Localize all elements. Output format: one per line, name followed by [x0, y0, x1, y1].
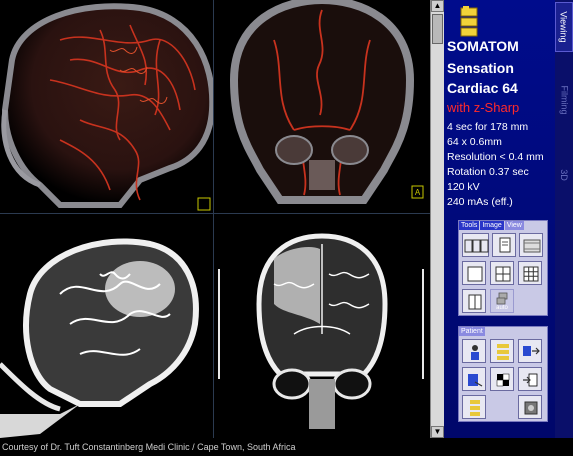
auto-layout-button[interactable]: auto: [490, 289, 514, 313]
side-tab-3d-label: 3D: [558, 169, 569, 181]
viewport-divider-horizontal: [0, 213, 430, 214]
spec-kv: 120 kV: [447, 181, 480, 193]
grid-3x3-icon: [523, 266, 539, 282]
layout-1x2-button[interactable]: [462, 289, 486, 313]
auto-label: auto: [496, 305, 508, 311]
viewport-scrollbar[interactable]: ▲ ▼: [430, 0, 444, 438]
viewport-3d-coronal[interactable]: A: [214, 0, 429, 213]
tab-view[interactable]: View: [504, 221, 524, 230]
transfer-icon: [523, 346, 540, 356]
single-layout-icon: [467, 266, 483, 282]
disk-button[interactable]: [518, 395, 542, 419]
transfer-button[interactable]: [518, 339, 542, 363]
patient-icon: [471, 345, 479, 360]
list-icon: [497, 344, 509, 360]
side-tab-3d[interactable]: 3D: [555, 150, 573, 200]
spec-resolution: Resolution < 0.4 mm: [447, 151, 544, 163]
film-view-button[interactable]: [519, 233, 543, 257]
scroll-up-button[interactable]: ▲: [431, 0, 444, 12]
coronal-mip-image: [218, 233, 424, 429]
spec-scan-time: 4 sec for 178 mm: [447, 121, 529, 133]
spec-rotation: Rotation 0.37 sec: [447, 166, 529, 178]
viewport-3d-lateral[interactable]: [0, 0, 213, 213]
arrow-down-icon: ▼: [433, 427, 442, 436]
tab-patient[interactable]: Patient: [459, 327, 485, 336]
compare-layout-icon: [464, 239, 489, 253]
side-tab-bar: Viewing Filming 3D: [555, 0, 573, 438]
view-toolbox: Tools Image View auto: [458, 220, 548, 316]
spec-slices: 64 x 0.6mm: [447, 136, 502, 148]
scanner-name-line-2: Sensation: [447, 60, 514, 76]
side-tab-filming[interactable]: Filming: [555, 60, 573, 140]
scanner-name-line-3: Cardiac 64: [447, 80, 518, 96]
image-credit-caption: Courtesy of Dr. Tuft Constantinberg Medi…: [0, 438, 573, 456]
checker-icon: [496, 373, 510, 387]
archive-button[interactable]: [462, 367, 486, 391]
document-icon: [499, 237, 511, 253]
grid-2x2-icon: [495, 266, 511, 282]
sagittal-mip-image: [0, 238, 199, 438]
scanner-name-line-1: SOMATOM: [447, 38, 519, 54]
scanner-subtitle: with z-Sharp: [447, 100, 520, 115]
viewport-sagittal-mip[interactable]: [0, 214, 213, 438]
orientation-marker: A: [415, 188, 421, 197]
queue-icon: [470, 400, 480, 416]
scroll-thumb[interactable]: [432, 14, 443, 44]
control-panel: SOMATOM Sensation Cardiac 64 with z-Shar…: [444, 0, 555, 438]
patient-toolbox-tabs: Patient: [459, 327, 486, 336]
viewport-divider-vertical: [213, 0, 214, 438]
arrow-up-icon: ▲: [433, 1, 442, 10]
queue-button[interactable]: [462, 395, 486, 419]
side-tab-viewing-label: Viewing: [559, 11, 570, 43]
layout-compare-button[interactable]: [462, 233, 489, 257]
split-layout-icon: [468, 294, 482, 310]
side-tab-filming-label: Filming: [559, 85, 570, 115]
coronal-vrt-image: A: [229, 0, 424, 204]
archive-icon: [468, 374, 483, 387]
film-icon: [523, 239, 541, 253]
series-view-button[interactable]: [492, 233, 516, 257]
patient-toolbox: Patient: [458, 326, 548, 422]
scroll-down-button[interactable]: ▼: [431, 426, 444, 438]
viewport-coronal-mip[interactable]: [214, 214, 429, 438]
layout-2x2-button[interactable]: [490, 261, 514, 285]
import-icon: [523, 373, 538, 387]
view-toolbox-tabs: Tools Image View: [459, 221, 525, 230]
spec-mas: 240 mAs (eff.): [447, 196, 513, 208]
checker-button[interactable]: [490, 367, 514, 391]
import-button[interactable]: [518, 367, 542, 391]
tab-image[interactable]: Image: [480, 221, 504, 230]
side-tab-viewing[interactable]: Viewing: [555, 2, 573, 52]
layout-3x3-button[interactable]: [518, 261, 542, 285]
disk-icon: [524, 401, 538, 415]
tab-tools[interactable]: Tools: [459, 221, 480, 230]
patient-browser-button[interactable]: [462, 339, 486, 363]
lateral-vrt-image: [1, 3, 213, 211]
patient-list-button[interactable]: [490, 339, 514, 363]
app-window: A ▲ ▼ SOMATOM Sensation Cardiac 64 with …: [0, 0, 573, 456]
folder-stack-icon[interactable]: [460, 6, 478, 38]
layout-1x1-button[interactable]: [462, 261, 486, 285]
